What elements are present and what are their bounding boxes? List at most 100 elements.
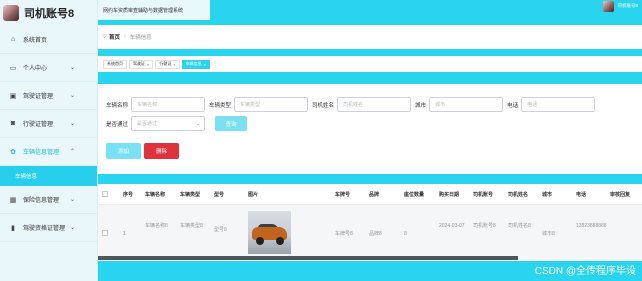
close-icon[interactable]: × <box>173 62 175 67</box>
field-label: 城市 <box>415 102 427 109</box>
vehicle-name-input[interactable]: 车辆名称 <box>131 97 206 112</box>
delete-button[interactable]: 删除 <box>144 143 179 159</box>
select-placeholder: 是否通过 <box>137 121 158 127</box>
heart-icon: ♡ <box>102 34 107 40</box>
tab-label: 行驶证 <box>159 61 172 66</box>
sidebar-item-label: 驾驶证管理 <box>23 94 54 100</box>
field-label: 车辆类型 <box>209 102 232 109</box>
chevron-up-icon: ⌃ <box>69 149 75 155</box>
system-title: 网约车资质审查辅助与数据管理系统 <box>98 0 210 20</box>
sidebar-item-label: 保险信息管理 <box>23 198 60 204</box>
tab-vehicle-info[interactable]: 车辆信息 × <box>181 59 211 69</box>
tab-home[interactable]: 系统首页 <box>103 59 127 69</box>
column-header[interactable]: 电话 <box>576 191 586 199</box>
sidebar-item-label: 系统首页 <box>23 38 48 44</box>
column-header[interactable]: 型号 <box>214 191 224 199</box>
driver-name-input[interactable]: 司机姓名 <box>337 97 412 112</box>
column-header[interactable]: 购买日期 <box>439 191 459 199</box>
cell-phone: 13823888888 <box>576 223 607 229</box>
watermark: CSDN @全传程序毕设 <box>534 266 636 277</box>
sidebar-menu: ⌂ 系统首页 ▭ 个人中心 ⌄ ▣ 驾驶证管理 ⌄ ◙ 行驶证管理 ⌄ ✿ 车辆… <box>0 26 97 242</box>
tab-bar: 系统首页 驾驶证 × 行驶证 × 车辆信息 × <box>98 56 642 72</box>
tab-vehicle-license[interactable]: 行驶证 × <box>155 59 180 69</box>
breadcrumb-separator: ⁝ <box>123 34 126 40</box>
chevron-down-icon: ⌄ <box>69 121 75 127</box>
topbar: 网约车资质审查辅助与数据管理系统 司机账号8 <box>98 0 642 22</box>
close-icon[interactable]: × <box>204 62 206 67</box>
close-icon[interactable]: × <box>147 62 149 67</box>
avatar[interactable] <box>3 5 19 21</box>
column-header[interactable]: 车牌号 <box>335 191 350 199</box>
chevron-down-icon: ⌄ <box>69 197 75 203</box>
car-image[interactable] <box>248 211 291 254</box>
column-header[interactable]: 车辆类型 <box>180 191 200 199</box>
lock-icon: ◙ <box>10 120 16 127</box>
column-header[interactable]: 座位数量 <box>404 191 424 199</box>
sidebar-item-vehicle-license[interactable]: ◙ 行驶证管理 ⌄ <box>0 110 97 138</box>
sidebar-item-qualification[interactable]: ▮ 驾驶资格证管理 ⌄ <box>0 214 97 242</box>
field-vehicle-type: 车辆类型 车辆类型 <box>209 97 309 112</box>
column-header[interactable]: 图片 <box>248 191 258 199</box>
brand-title: 司机账号8 <box>24 8 75 20</box>
sidebar-item-home[interactable]: ⌂ 系统首页 <box>0 26 97 54</box>
car-wheel <box>276 237 284 245</box>
field-passed: 是否通过 是否通过 ⌄ <box>106 116 206 131</box>
submenu-item-label: 车辆信息 <box>15 174 38 180</box>
cell-vehicle-type: 车辆类型8 <box>180 223 203 229</box>
cell-purchase-date: 2024-03-07 <box>439 223 465 229</box>
select-all-checkbox[interactable] <box>102 191 108 197</box>
chevron-down-icon: ⌄ <box>69 65 75 71</box>
cell-model: 型号8 <box>214 227 227 233</box>
tab-label: 驾驶证 <box>133 61 145 66</box>
column-header[interactable]: 司机姓名 <box>508 191 528 199</box>
breadcrumb-home[interactable]: 首页 <box>109 33 120 41</box>
tab-label: 车辆信息 <box>185 61 202 66</box>
tab-label: 系统首页 <box>107 61 123 66</box>
sidebar-brand: 司机账号8 <box>0 0 97 26</box>
cell-seats: 8 <box>404 231 407 237</box>
passed-select[interactable]: 是否通过 ⌄ <box>131 116 206 131</box>
user-menu[interactable]: 司机账号8 <box>603 0 638 12</box>
search-button[interactable]: 查询 <box>215 116 248 131</box>
cell-vehicle-name: 车辆名称8 <box>145 223 168 229</box>
column-header[interactable]: 车辆名称 <box>145 191 165 199</box>
field-vehicle-name: 车辆名称 车辆名称 <box>106 97 206 112</box>
phone-input[interactable]: 电话 <box>521 97 596 112</box>
chevron-down-icon: ⌄ <box>69 225 75 231</box>
column-header[interactable]: 司机账号 <box>473 191 493 199</box>
username: 司机账号8 <box>617 3 638 8</box>
table-row[interactable]: 1 车辆名称8 车辆类型8 型号8 车牌号8 品牌8 8 2024-03-07 … <box>98 205 642 261</box>
car-wheel <box>256 237 264 245</box>
cell-driver-name: 司机姓名8 <box>508 223 531 229</box>
grid-icon: ▦ <box>9 196 17 204</box>
gear-icon: ✿ <box>10 148 16 156</box>
cell-city: 城市8 <box>542 231 555 237</box>
row-checkbox[interactable] <box>102 230 108 236</box>
search-row-2: 是否通过 是否通过 ⌄ 查询 <box>106 116 248 131</box>
chevron-down-icon: ⌄ <box>195 120 201 127</box>
sidebar-item-label: 行驶证管理 <box>23 122 54 128</box>
city-input[interactable]: 城市 <box>429 97 504 112</box>
sidebar-item-vehicle-info[interactable]: ✿ 车辆信息管理 ⌃ <box>0 138 97 166</box>
column-header[interactable]: 序号 <box>123 191 133 199</box>
search-row: 车辆名称 车辆名称 车辆类型 车辆类型 司机姓名 司机姓名 城市 城市 电话 电… <box>106 97 599 112</box>
add-button[interactable]: 添加 <box>106 143 141 159</box>
sidebar-item-profile[interactable]: ▭ 个人中心 ⌄ <box>0 54 97 82</box>
sidebar: 司机账号8 ⌂ 系统首页 ▭ 个人中心 ⌄ ▣ 驾驶证管理 ⌄ ◙ 行驶证管理 … <box>0 0 98 281</box>
column-header[interactable]: 审核回复 <box>610 191 630 199</box>
user-avatar[interactable] <box>603 0 615 12</box>
sidebar-item-insurance[interactable]: ▦ 保险信息管理 ⌄ <box>0 186 97 214</box>
vehicle-type-input[interactable]: 车辆类型 <box>234 97 309 112</box>
field-label: 是否通过 <box>106 121 129 128</box>
breadcrumb: ♡ 首页 ⁝ 车辆信息 <box>98 25 642 49</box>
tab-driver-license[interactable]: 驾驶证 × <box>129 59 154 69</box>
folder-icon: ▣ <box>9 92 17 100</box>
sidebar-item-driver-license[interactable]: ▣ 驾驶证管理 ⌄ <box>0 82 97 110</box>
submenu-item-vehicle-info[interactable]: 车辆信息 <box>0 166 97 186</box>
column-header[interactable]: 品牌 <box>369 191 379 199</box>
breadcrumb-current: 车辆信息 <box>129 35 152 41</box>
horizontal-scrollbar[interactable] <box>98 256 518 260</box>
sidebar-item-label: 个人中心 <box>23 66 48 72</box>
sidebar-item-label: 驾驶资格证管理 <box>23 226 66 232</box>
column-header[interactable]: 城市 <box>542 191 552 199</box>
